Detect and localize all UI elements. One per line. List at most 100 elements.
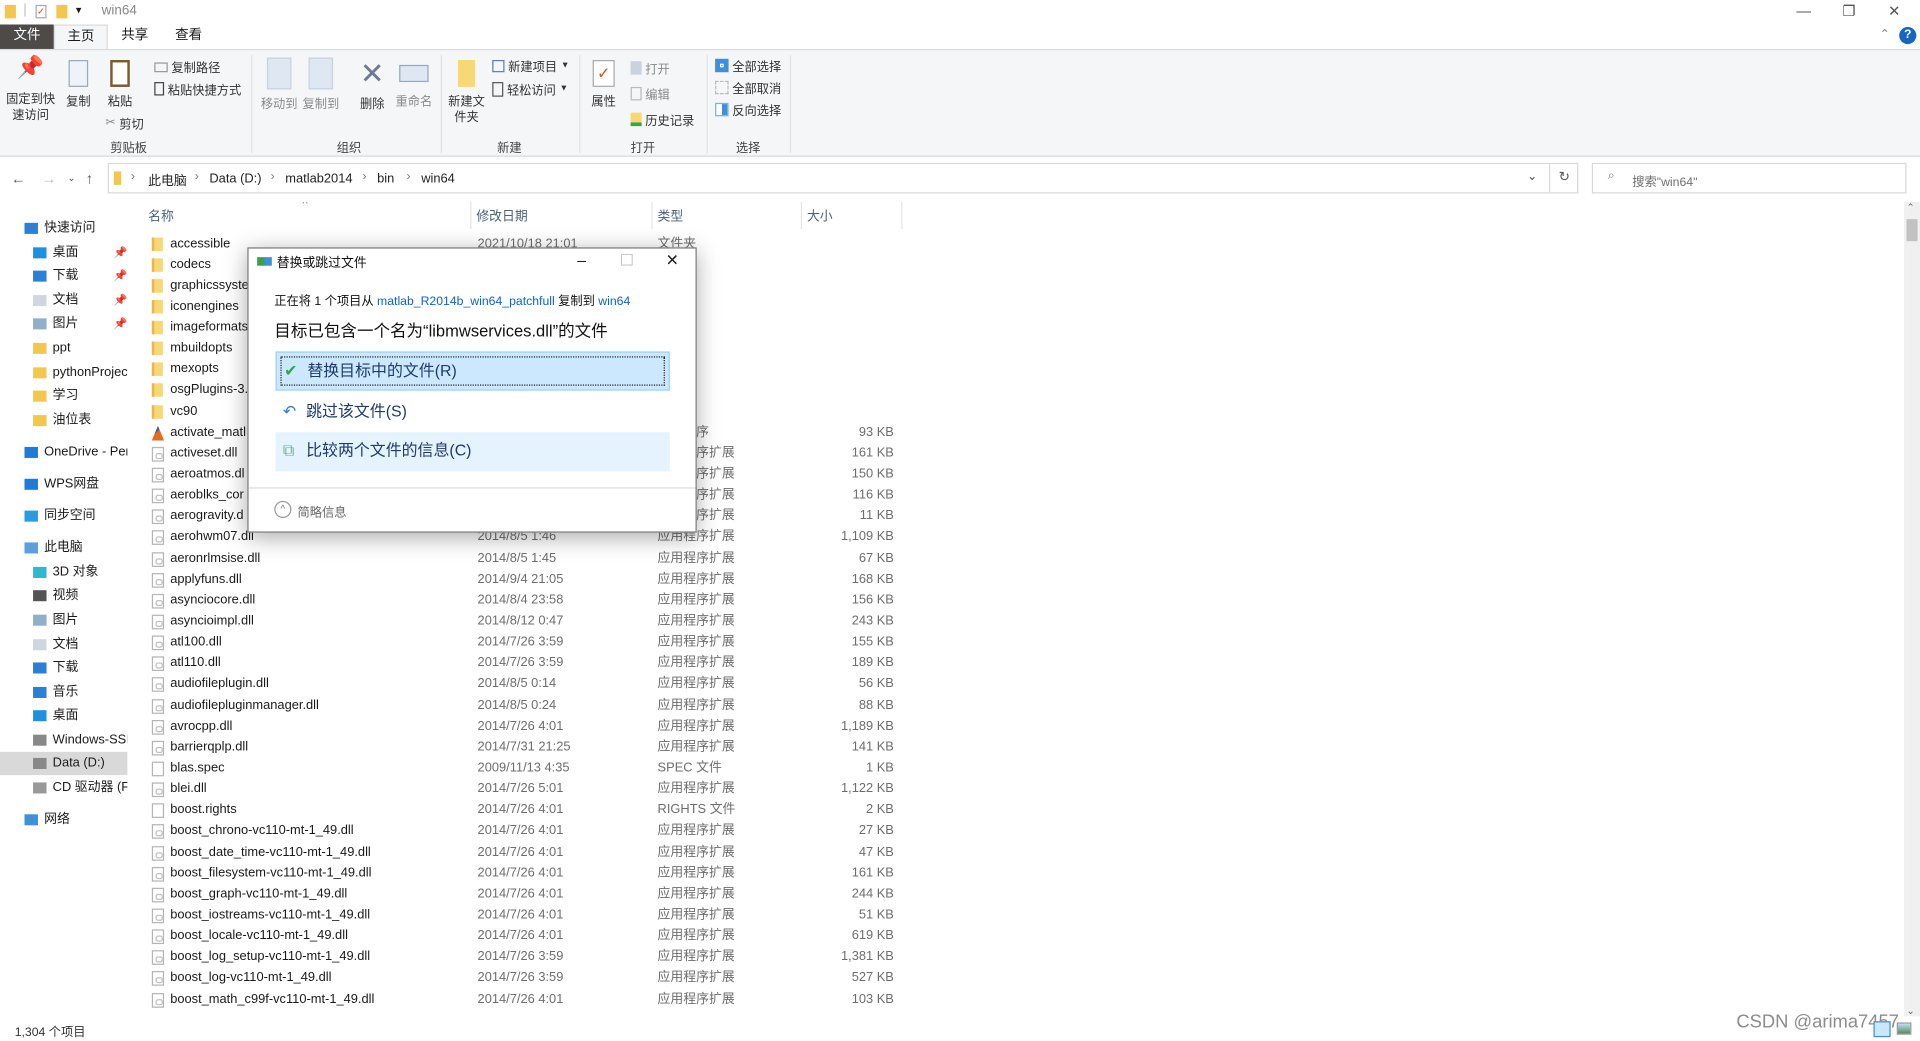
back-button[interactable]: ←	[11, 170, 26, 187]
sidebar-item[interactable]: 同步空间	[0, 504, 127, 527]
move-to-button[interactable]: 移动到	[260, 58, 299, 113]
file-row[interactable]: boost_date_time-vc110-mt-1_49.dll2014/7/…	[132, 842, 916, 863]
search-input[interactable]: ⌕ 搜索"win64"	[1592, 163, 1907, 194]
file-row[interactable]: boost.rights2014/7/26 4:01RIGHTS 文件2 KB	[132, 800, 916, 821]
file-row[interactable]: aeronrlmsise.dll2014/8/5 1:45应用程序扩展67 KB	[132, 548, 916, 569]
restore-button[interactable]: ❐	[1837, 2, 1861, 19]
sidebar-item[interactable]: 文档📌	[0, 289, 127, 312]
customize-quick-access-icon[interactable]: ▾	[76, 4, 82, 17]
breadcrumb-this-pc[interactable]: 此电脑	[148, 171, 187, 189]
cut-button[interactable]: ✂剪切	[105, 114, 143, 132]
tab-file[interactable]: 文件	[0, 24, 54, 48]
replace-file-option[interactable]: ✔ 替换目标中的文件(R)	[276, 351, 670, 390]
fewer-details-toggle[interactable]: 简略信息	[298, 502, 347, 520]
sidebar-item[interactable]: 快速访问	[0, 217, 127, 240]
file-row[interactable]: boost_filesystem-vc110-mt-1_49.dll2014/7…	[132, 863, 916, 884]
sidebar-item[interactable]: WPS网盘	[0, 473, 127, 496]
address-bar[interactable]: › 此电脑 › Data (D:) › matlab2014 › bin › w…	[108, 163, 1579, 194]
forward-button[interactable]: →	[42, 170, 57, 187]
tab-share[interactable]: 共享	[108, 24, 162, 48]
invert-selection-button[interactable]: 反向选择	[715, 100, 781, 118]
breadcrumb-bin[interactable]: bin	[377, 171, 394, 186]
file-row[interactable]: boost_graph-vc110-mt-1_49.dll2014/7/26 4…	[132, 884, 916, 905]
sidebar-item[interactable]: 下载	[0, 656, 127, 679]
file-row[interactable]: boost_math_c99f-vc110-mt-1_49.dll2014/7/…	[132, 989, 916, 1010]
paste-button[interactable]: 粘贴	[103, 60, 137, 110]
pin-icon[interactable]: 📌	[114, 312, 127, 335]
collapse-ribbon-icon[interactable]: ⌃	[1880, 28, 1890, 41]
file-row[interactable]: atl110.dll2014/7/26 3:59应用程序扩展189 KB	[132, 653, 916, 674]
file-row[interactable]: boost_chrono-vc110-mt-1_49.dll2014/7/26 …	[132, 821, 916, 842]
file-row[interactable]: asynciocore.dll2014/8/4 23:58应用程序扩展156 K…	[132, 590, 916, 611]
details-view-button[interactable]	[1873, 1021, 1890, 1037]
pin-icon[interactable]: 📌	[114, 289, 127, 312]
column-header-size[interactable]: 大小	[807, 207, 833, 225]
pin-icon[interactable]: 📌	[114, 264, 127, 287]
new-folder-button[interactable]: 新建文件夹	[446, 60, 488, 126]
sidebar-item[interactable]: CD 驱动器 (F:)	[0, 776, 127, 799]
properties-quick-icon[interactable]: ✓	[36, 5, 47, 18]
sidebar-item[interactable]: 学习	[0, 384, 127, 407]
file-row[interactable]: atl100.dll2014/7/26 3:59应用程序扩展155 KB	[132, 632, 916, 653]
destination-folder-link[interactable]: win64	[598, 295, 630, 308]
file-row[interactable]: blei.dll2014/7/26 5:01应用程序扩展1,122 KB	[132, 779, 916, 800]
pin-icon[interactable]: 📌	[114, 241, 127, 264]
close-button[interactable]: ✕	[1882, 2, 1906, 19]
file-row[interactable]: asyncioimpl.dll2014/8/12 0:47应用程序扩展243 K…	[132, 611, 916, 632]
recent-locations-button[interactable]: ⌄	[67, 173, 75, 184]
column-divider[interactable]	[801, 202, 802, 229]
file-row[interactable]: boost_log_setup-vc110-mt-1_49.dll2014/7/…	[132, 947, 916, 968]
compare-files-option[interactable]: ⧉ 比较两个文件的信息(C)	[276, 432, 670, 471]
sidebar-item[interactable]: 文档	[0, 633, 127, 656]
column-header-name[interactable]: 名称	[148, 207, 174, 225]
scrollbar-thumb[interactable]	[1907, 219, 1918, 241]
file-row[interactable]: applyfuns.dll2014/9/4 21:05应用程序扩展168 KB	[132, 569, 916, 590]
file-row[interactable]: avrocpp.dll2014/7/26 4:01应用程序扩展1,189 KB	[132, 716, 916, 737]
copy-to-button[interactable]: 复制到	[301, 58, 340, 113]
file-row[interactable]: audiofilepluginmanager.dll2014/8/5 0:24应…	[132, 695, 916, 716]
large-icons-view-button[interactable]	[1897, 1022, 1912, 1034]
collapse-details-icon[interactable]: ^	[274, 501, 291, 518]
refresh-button[interactable]: ↻	[1549, 164, 1578, 192]
sidebar-item[interactable]: 图片	[0, 609, 127, 632]
dialog-minimize-button[interactable]: –	[569, 251, 593, 269]
sidebar-item[interactable]: 下载📌	[0, 264, 127, 287]
dialog-close-button[interactable]: ✕	[660, 251, 684, 271]
skip-file-option[interactable]: ↶ 跳过该文件(S)	[276, 393, 670, 432]
file-row[interactable]: boost_iostreams-vc110-mt-1_49.dll2014/7/…	[132, 905, 916, 926]
sidebar-item[interactable]: 3D 对象	[0, 561, 127, 584]
tab-view[interactable]: 查看	[162, 24, 216, 48]
sidebar-item[interactable]: Windows-SSD	[0, 729, 127, 752]
copy-path-button[interactable]: 复制路径	[154, 58, 220, 76]
column-divider[interactable]	[470, 202, 471, 229]
new-folder-quick-icon[interactable]	[56, 5, 67, 18]
source-folder-link[interactable]: matlab_R2014b_win64_patchfull	[377, 295, 555, 308]
sidebar-item[interactable]: OneDrive - Per	[0, 441, 127, 464]
help-icon[interactable]: ?	[1899, 27, 1916, 44]
sidebar-item[interactable]: pythonProjec	[0, 361, 127, 384]
column-divider[interactable]	[651, 202, 652, 229]
pin-quick-access-button[interactable]: 📌 固定到快速访问	[5, 60, 56, 124]
breadcrumb-data-d[interactable]: Data (D:)	[209, 171, 261, 186]
column-divider[interactable]	[901, 202, 902, 229]
column-header-date[interactable]: 修改日期	[476, 207, 527, 225]
minimize-button[interactable]: —	[1791, 2, 1815, 19]
tab-home[interactable]: 主页	[54, 24, 108, 50]
sidebar-item[interactable]: 桌面📌	[0, 241, 127, 264]
select-all-button[interactable]: 全部选择	[715, 56, 781, 74]
vertical-scrollbar[interactable]: ⌃ ⌄	[1904, 202, 1920, 1016]
easy-access-button[interactable]: 轻松访问▼	[492, 80, 568, 98]
file-row[interactable]: boost_log-vc110-mt-1_49.dll2014/7/26 3:5…	[132, 968, 916, 989]
file-row[interactable]: blas.spec2009/11/13 4:35SPEC 文件1 KB	[132, 758, 916, 779]
open-button[interactable]: 打开	[631, 59, 670, 77]
breadcrumb-matlab2014[interactable]: matlab2014	[285, 171, 352, 186]
edit-button[interactable]: 编辑	[631, 84, 670, 102]
select-none-button[interactable]: 全部取消	[715, 78, 781, 96]
sidebar-item[interactable]: ppt	[0, 337, 127, 360]
file-row[interactable]: boost_locale-vc110-mt-1_49.dll2014/7/26 …	[132, 926, 916, 947]
delete-button[interactable]: ✕ 删除	[353, 58, 392, 113]
sidebar-item[interactable]: 桌面	[0, 704, 127, 727]
scroll-up-icon[interactable]: ⌃	[1907, 202, 1915, 213]
history-button[interactable]: 历史记录	[631, 110, 695, 128]
properties-button[interactable]: ✓ 属性	[587, 60, 621, 110]
